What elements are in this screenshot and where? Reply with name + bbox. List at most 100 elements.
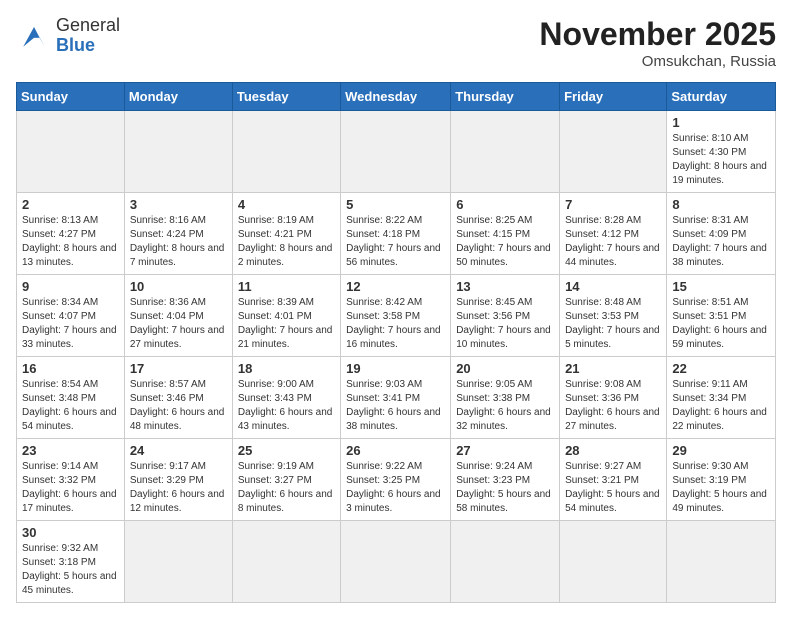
day-number: 19	[346, 361, 445, 376]
day-number: 18	[238, 361, 335, 376]
calendar-cell: 22 Sunrise: 9:11 AM Sunset: 3:34 PM Dayli…	[667, 357, 776, 439]
day-number: 24	[130, 443, 227, 458]
day-info: Sunrise: 9:00 AM Sunset: 3:43 PM Dayligh…	[238, 378, 335, 434]
logo-blue: Blue	[56, 36, 120, 56]
weekday-header: Saturday	[667, 83, 776, 111]
calendar-cell: 17 Sunrise: 8:57 AM Sunset: 3:46 PM Dayli…	[124, 357, 232, 439]
calendar-week-row: 2 Sunrise: 8:13 AM Sunset: 4:27 PM Daylig…	[17, 193, 776, 275]
calendar: SundayMondayTuesdayWednesdayThursdayFrid…	[16, 82, 776, 603]
day-info: Sunrise: 9:05 AM Sunset: 3:38 PM Dayligh…	[456, 378, 554, 434]
day-info: Sunrise: 9:11 AM Sunset: 3:34 PM Dayligh…	[672, 378, 770, 434]
calendar-cell: 10 Sunrise: 8:36 AM Sunset: 4:04 PM Dayli…	[124, 275, 232, 357]
weekday-header: Tuesday	[232, 83, 340, 111]
day-info: Sunrise: 8:54 AM Sunset: 3:48 PM Dayligh…	[22, 378, 119, 434]
day-number: 27	[456, 443, 554, 458]
logo-general: General	[56, 16, 120, 36]
calendar-cell: 16 Sunrise: 8:54 AM Sunset: 3:48 PM Dayli…	[17, 357, 125, 439]
day-number: 26	[346, 443, 445, 458]
day-info: Sunrise: 9:03 AM Sunset: 3:41 PM Dayligh…	[346, 378, 445, 434]
day-info: Sunrise: 8:10 AM Sunset: 4:30 PM Dayligh…	[672, 132, 770, 188]
calendar-cell: 18 Sunrise: 9:00 AM Sunset: 3:43 PM Dayli…	[232, 357, 340, 439]
calendar-week-row: 30 Sunrise: 9:32 AM Sunset: 3:18 PM Dayli…	[17, 521, 776, 603]
calendar-cell	[667, 521, 776, 603]
day-info: Sunrise: 9:27 AM Sunset: 3:21 PM Dayligh…	[565, 460, 661, 516]
calendar-cell: 3 Sunrise: 8:16 AM Sunset: 4:24 PM Daylig…	[124, 193, 232, 275]
day-number: 23	[22, 443, 119, 458]
weekday-header-row: SundayMondayTuesdayWednesdayThursdayFrid…	[17, 83, 776, 111]
calendar-cell	[560, 111, 667, 193]
day-number: 29	[672, 443, 770, 458]
day-info: Sunrise: 8:36 AM Sunset: 4:04 PM Dayligh…	[130, 296, 227, 352]
calendar-week-row: 16 Sunrise: 8:54 AM Sunset: 3:48 PM Dayli…	[17, 357, 776, 439]
day-info: Sunrise: 9:19 AM Sunset: 3:27 PM Dayligh…	[238, 460, 335, 516]
day-info: Sunrise: 8:25 AM Sunset: 4:15 PM Dayligh…	[456, 214, 554, 270]
day-info: Sunrise: 8:39 AM Sunset: 4:01 PM Dayligh…	[238, 296, 335, 352]
calendar-cell: 25Sunrise: 9:19 AM Sunset: 3:27 PM Dayli…	[232, 439, 340, 521]
calendar-cell	[341, 111, 451, 193]
day-number: 12	[346, 279, 445, 294]
day-info: Sunrise: 8:31 AM Sunset: 4:09 PM Dayligh…	[672, 214, 770, 270]
weekday-header: Thursday	[451, 83, 560, 111]
day-number: 17	[130, 361, 227, 376]
calendar-cell: 24 Sunrise: 9:17 AM Sunset: 3:29 PM Dayli…	[124, 439, 232, 521]
header: General Blue November 2025 Omsukchan, Ru…	[16, 16, 776, 70]
day-info: Sunrise: 8:48 AM Sunset: 3:53 PM Dayligh…	[565, 296, 661, 352]
calendar-cell: 5 Sunrise: 8:22 AM Sunset: 4:18 PM Daylig…	[341, 193, 451, 275]
calendar-cell: 14 Sunrise: 8:48 AM Sunset: 3:53 PM Dayli…	[560, 275, 667, 357]
day-info: Sunrise: 8:42 AM Sunset: 3:58 PM Dayligh…	[346, 296, 445, 352]
day-number: 30	[22, 525, 119, 540]
calendar-cell	[124, 111, 232, 193]
day-info: Sunrise: 8:28 AM Sunset: 4:12 PM Dayligh…	[565, 214, 661, 270]
day-info: Sunrise: 8:22 AM Sunset: 4:18 PM Dayligh…	[346, 214, 445, 270]
calendar-cell: 26 Sunrise: 9:22 AM Sunset: 3:25 PM Dayli…	[341, 439, 451, 521]
calendar-week-row: 9Sunrise: 8:34 AM Sunset: 4:07 PM Daylig…	[17, 275, 776, 357]
day-info: Sunrise: 8:51 AM Sunset: 3:51 PM Dayligh…	[672, 296, 770, 352]
day-number: 8	[672, 197, 770, 212]
calendar-cell: 4Sunrise: 8:19 AM Sunset: 4:21 PM Daylig…	[232, 193, 340, 275]
day-info: Sunrise: 8:13 AM Sunset: 4:27 PM Dayligh…	[22, 214, 119, 270]
calendar-cell	[124, 521, 232, 603]
day-info: Sunrise: 8:16 AM Sunset: 4:24 PM Dayligh…	[130, 214, 227, 270]
calendar-cell	[341, 521, 451, 603]
day-info: Sunrise: 9:08 AM Sunset: 3:36 PM Dayligh…	[565, 378, 661, 434]
calendar-cell: 28Sunrise: 9:27 AM Sunset: 3:21 PM Dayli…	[560, 439, 667, 521]
weekday-header: Monday	[124, 83, 232, 111]
calendar-cell	[451, 521, 560, 603]
logo-icon	[16, 18, 52, 54]
weekday-header: Friday	[560, 83, 667, 111]
day-number: 1	[672, 115, 770, 130]
day-info: Sunrise: 9:32 AM Sunset: 3:18 PM Dayligh…	[22, 542, 119, 598]
day-info: Sunrise: 9:24 AM Sunset: 3:23 PM Dayligh…	[456, 460, 554, 516]
day-number: 11	[238, 279, 335, 294]
calendar-cell: 20Sunrise: 9:05 AM Sunset: 3:38 PM Dayli…	[451, 357, 560, 439]
calendar-cell: 19 Sunrise: 9:03 AM Sunset: 3:41 PM Dayli…	[341, 357, 451, 439]
day-number: 22	[672, 361, 770, 376]
day-number: 16	[22, 361, 119, 376]
day-number: 14	[565, 279, 661, 294]
calendar-cell: 13Sunrise: 8:45 AM Sunset: 3:56 PM Dayli…	[451, 275, 560, 357]
weekday-header: Sunday	[17, 83, 125, 111]
day-number: 10	[130, 279, 227, 294]
location: Omsukchan, Russia	[539, 53, 776, 70]
calendar-cell: 27 Sunrise: 9:24 AM Sunset: 3:23 PM Dayli…	[451, 439, 560, 521]
calendar-cell: 21Sunrise: 9:08 AM Sunset: 3:36 PM Dayli…	[560, 357, 667, 439]
day-info: Sunrise: 9:14 AM Sunset: 3:32 PM Dayligh…	[22, 460, 119, 516]
day-info: Sunrise: 9:17 AM Sunset: 3:29 PM Dayligh…	[130, 460, 227, 516]
calendar-cell	[451, 111, 560, 193]
day-number: 2	[22, 197, 119, 212]
day-number: 9	[22, 279, 119, 294]
day-info: Sunrise: 8:57 AM Sunset: 3:46 PM Dayligh…	[130, 378, 227, 434]
calendar-cell: 29Sunrise: 9:30 AM Sunset: 3:19 PM Dayli…	[667, 439, 776, 521]
calendar-cell: 2 Sunrise: 8:13 AM Sunset: 4:27 PM Daylig…	[17, 193, 125, 275]
calendar-cell	[560, 521, 667, 603]
logo-text: General Blue	[56, 16, 120, 56]
calendar-cell: 1 Sunrise: 8:10 AM Sunset: 4:30 PM Daylig…	[667, 111, 776, 193]
calendar-cell: 7 Sunrise: 8:28 AM Sunset: 4:12 PM Daylig…	[560, 193, 667, 275]
day-number: 7	[565, 197, 661, 212]
day-number: 3	[130, 197, 227, 212]
calendar-cell: 23 Sunrise: 9:14 AM Sunset: 3:32 PM Dayli…	[17, 439, 125, 521]
day-info: Sunrise: 9:22 AM Sunset: 3:25 PM Dayligh…	[346, 460, 445, 516]
day-number: 13	[456, 279, 554, 294]
calendar-week-row: 23 Sunrise: 9:14 AM Sunset: 3:32 PM Dayli…	[17, 439, 776, 521]
day-number: 5	[346, 197, 445, 212]
